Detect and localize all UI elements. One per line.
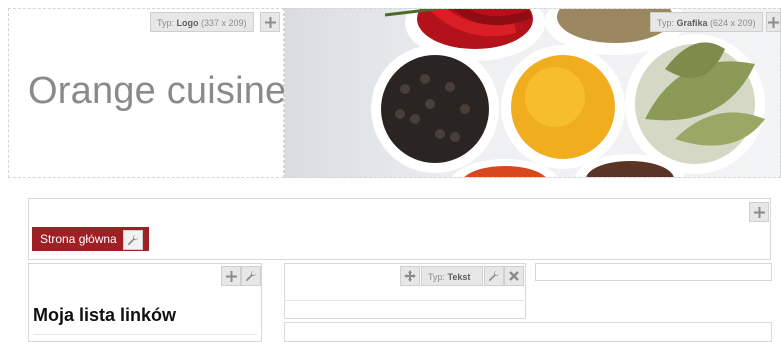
plus-icon xyxy=(768,16,779,28)
site-logo-text: Orange cuisine xyxy=(28,70,287,112)
image-add-button[interactable] xyxy=(766,12,781,32)
text-type-label: Typ: Tekst xyxy=(421,266,483,286)
empty-module[interactable] xyxy=(284,322,772,342)
link-list-title: Moja lista linków xyxy=(33,305,177,325)
nav-home-edit-button[interactable] xyxy=(123,230,143,250)
plus-icon xyxy=(225,270,237,282)
text-delete-button[interactable] xyxy=(504,266,524,286)
divider xyxy=(33,334,257,335)
nav-add-button[interactable] xyxy=(749,202,769,222)
logo-type-label: Typ: Logo (337 x 209) xyxy=(150,12,254,32)
sidebar-add-button[interactable] xyxy=(221,266,241,286)
text-move-button[interactable] xyxy=(400,266,420,286)
wrench-icon xyxy=(488,270,500,282)
divider xyxy=(284,300,526,301)
close-icon xyxy=(509,271,519,281)
wrench-icon xyxy=(245,270,257,282)
nav-home-label: Strona główna xyxy=(40,232,117,246)
header-image-module[interactable] xyxy=(284,8,781,178)
empty-module[interactable] xyxy=(535,263,772,281)
text-edit-button[interactable] xyxy=(484,266,504,286)
plus-icon xyxy=(753,206,765,218)
nav-item-home[interactable]: Strona główna xyxy=(32,227,149,251)
wrench-icon xyxy=(127,234,139,246)
plus-icon xyxy=(264,16,276,28)
move-icon xyxy=(404,270,416,282)
image-type-label: Typ: Grafika (624 x 209) xyxy=(650,12,763,32)
logo-add-button[interactable] xyxy=(260,12,280,32)
sidebar-edit-button[interactable] xyxy=(241,266,261,286)
spices-image xyxy=(371,9,765,177)
